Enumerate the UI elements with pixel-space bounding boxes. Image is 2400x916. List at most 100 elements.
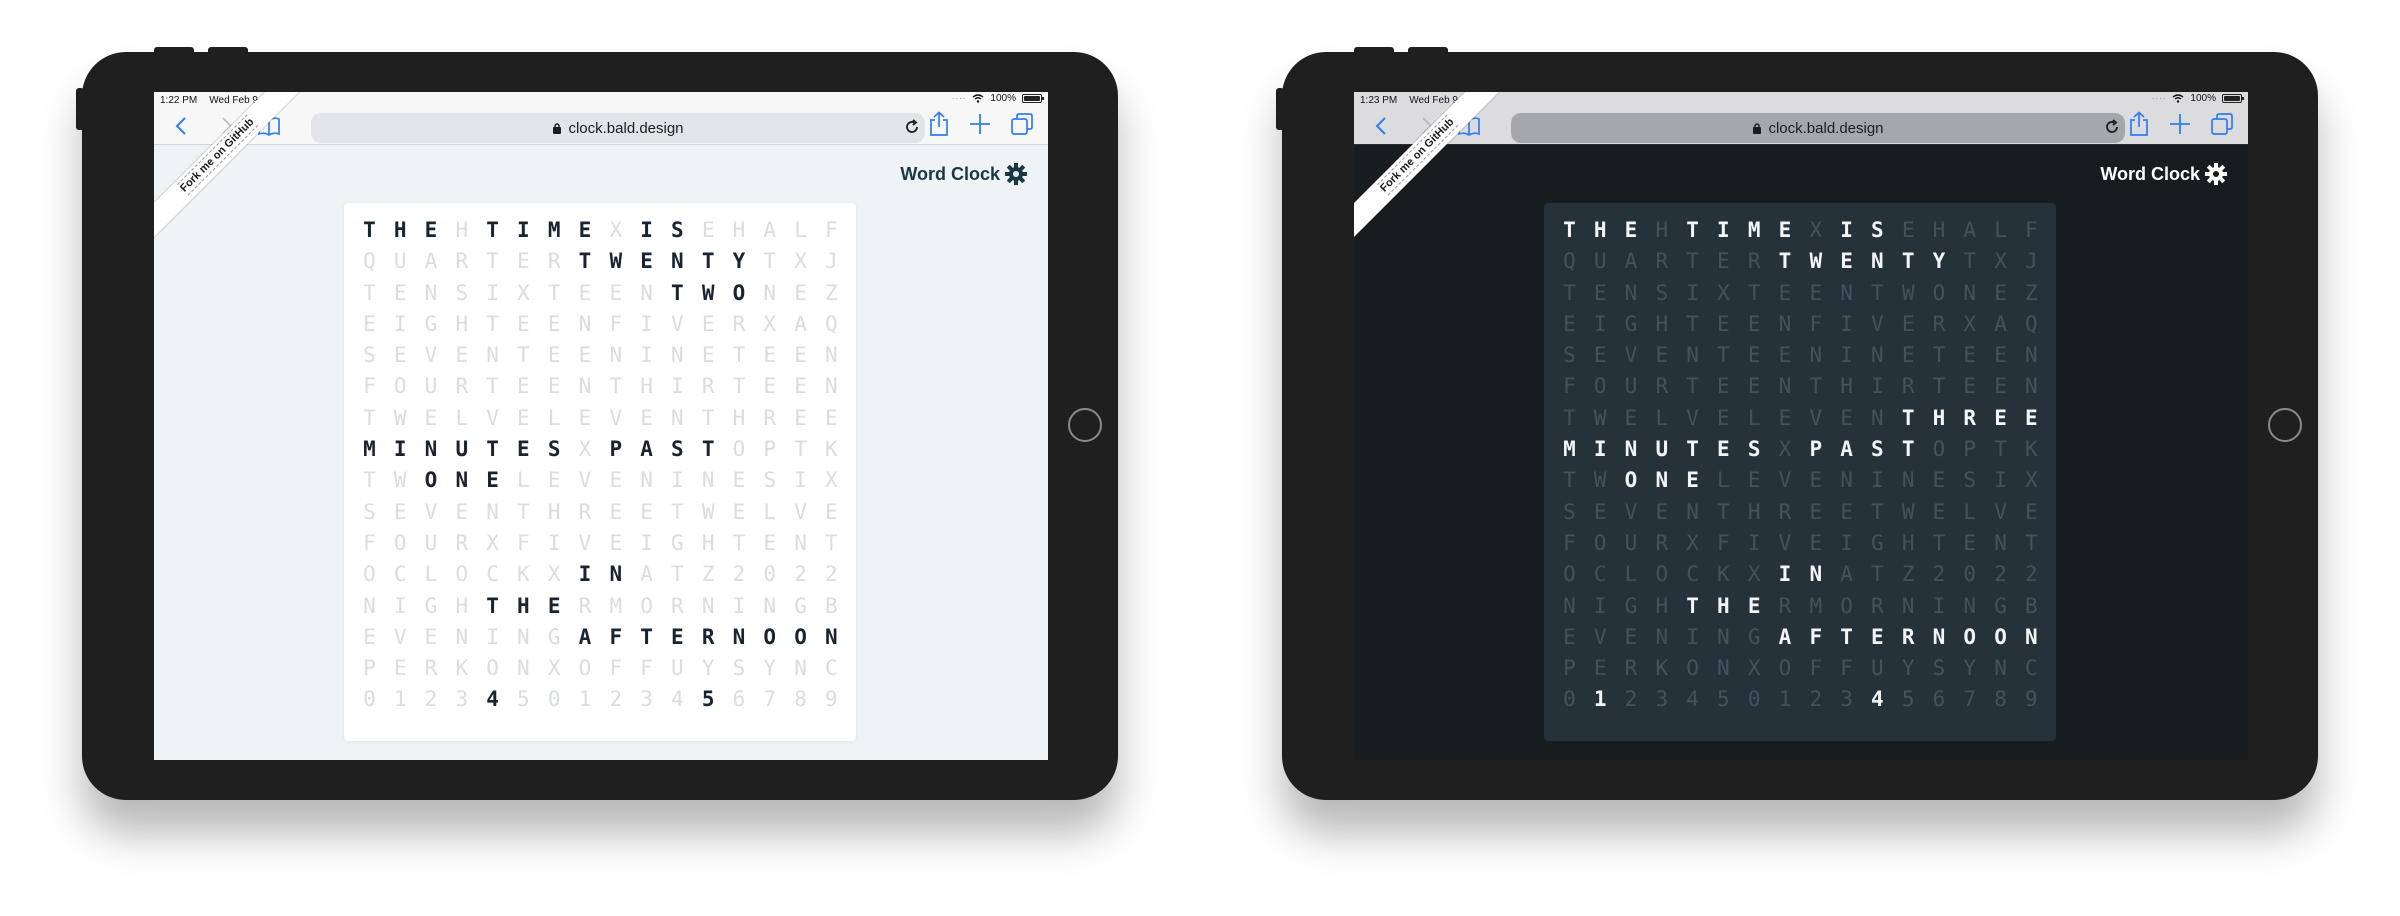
grid-letter: X — [1994, 249, 2007, 274]
grid-letter: R — [1963, 405, 1977, 430]
reload-icon[interactable] — [2103, 118, 2121, 140]
address-bar[interactable]: clock.bald.design — [1511, 113, 2125, 143]
grid-letter: T — [1901, 405, 1915, 430]
grid-letter: E — [671, 624, 684, 649]
grid-letter: T — [671, 562, 684, 587]
grid-letter: 3 — [455, 687, 469, 712]
grid-letter: 5 — [701, 687, 715, 712]
grid-letter: F — [2025, 218, 2038, 242]
grid-letter: E — [640, 405, 653, 430]
grid-letter: F — [1809, 656, 1823, 681]
grid-letter: 3 — [1840, 687, 1853, 712]
grid-letter: N — [671, 249, 684, 274]
grid-letter: E — [1717, 311, 1730, 336]
grid-letter: T — [1994, 437, 2007, 462]
grid-letter: L — [1624, 562, 1638, 587]
reload-icon[interactable] — [903, 118, 921, 140]
grid-letter: L — [424, 562, 438, 587]
grid-letter: N — [794, 530, 807, 555]
grid-letter: Q — [825, 311, 838, 336]
grid-letter: M — [363, 437, 376, 462]
grid-letter: N — [517, 656, 530, 681]
share-icon[interactable] — [2128, 111, 2150, 142]
grid-letter: H — [1747, 499, 1761, 524]
grid-letter: E — [609, 530, 623, 555]
grid-letter: I — [732, 593, 746, 618]
grid-letter: W — [1809, 249, 1823, 274]
gear-icon[interactable] — [2204, 162, 2228, 191]
grid-letter: I — [1686, 624, 1699, 649]
home-button[interactable] — [1068, 408, 1102, 442]
grid-letter: T — [1686, 593, 1699, 618]
browser-toolbar: clock.bald.design — [154, 108, 1048, 145]
grid-letter: N — [1655, 624, 1669, 649]
grid-letter: T — [486, 374, 499, 399]
grid-letter: I — [671, 374, 684, 399]
grid-letter: E — [640, 499, 653, 524]
grid-letter: 4 — [671, 687, 684, 712]
grid-letter: E — [424, 624, 438, 649]
grid-letter: H — [547, 499, 561, 524]
grid-letter: N — [1809, 562, 1823, 587]
grid-letter: I — [1840, 530, 1853, 555]
grid-letter: N — [763, 280, 777, 305]
share-icon[interactable] — [928, 111, 950, 142]
grid-letter: N — [1901, 593, 1915, 618]
grid-letter: E — [547, 468, 561, 493]
grid-letter: 7 — [763, 687, 777, 712]
grid-letter: T — [486, 311, 499, 336]
grid-letter: E — [1963, 530, 1977, 555]
grid-letter: S — [455, 280, 469, 305]
grid-letter: R — [1778, 499, 1792, 524]
grid-letter: E — [1717, 374, 1730, 399]
plus-icon[interactable] — [968, 111, 992, 142]
grid-letter: U — [1593, 249, 1607, 274]
grid-letter: O — [1655, 562, 1669, 587]
grid-letter: E — [547, 311, 561, 336]
grid-letter: T — [1901, 437, 1915, 462]
ipad-dark: 1:23 PM Wed Feb 9 ···· 100% clock.bald.d… — [1276, 47, 2318, 800]
grid-letter: N — [1994, 656, 2007, 681]
grid-letter: O — [393, 530, 407, 555]
grid-letter: K — [825, 437, 838, 462]
grid-letter: E — [424, 405, 438, 430]
tabs-icon[interactable] — [2210, 111, 2234, 142]
grid-letter: C — [1593, 562, 1607, 587]
grid-letter: A — [640, 562, 653, 587]
grid-letter: A — [1778, 624, 1792, 649]
grid-letter: X — [547, 562, 561, 587]
grid-letter: Y — [701, 656, 715, 681]
screen: 1:22 PM Wed Feb 9 ···· 100% clock.bald.d… — [154, 92, 1048, 760]
grid-letter: O — [1963, 624, 1977, 649]
home-button[interactable] — [2268, 408, 2302, 442]
grid-letter: E — [1717, 405, 1730, 430]
browser-toolbar: clock.bald.design — [1354, 108, 2248, 145]
grid-letter: N — [671, 405, 684, 430]
grid-letter: E — [1778, 280, 1792, 305]
grid-letter: E — [1717, 249, 1730, 274]
grid-letter: N — [2025, 624, 2038, 649]
grid-letter: E — [1747, 343, 1761, 368]
grid-letter: 7 — [1963, 687, 1977, 712]
address-bar[interactable]: clock.bald.design — [311, 113, 925, 143]
grid-letter: S — [763, 468, 777, 493]
plus-icon[interactable] — [2168, 111, 2192, 142]
tabs-icon[interactable] — [1010, 111, 1034, 142]
grid-letter: E — [424, 218, 438, 242]
grid-letter: Q — [1563, 249, 1576, 274]
grid-letter: T — [578, 249, 592, 274]
grid-letter: T — [1686, 311, 1699, 336]
grid-letter: T — [825, 530, 838, 555]
grid-letter: U — [393, 249, 407, 274]
grid-letter: P — [1563, 656, 1576, 681]
back-icon[interactable] — [166, 111, 196, 141]
grid-letter: S — [1871, 218, 1884, 242]
grid-letter: O — [578, 656, 592, 681]
grid-letter: T — [640, 624, 653, 649]
grid-letter: 0 — [547, 687, 561, 712]
grid-letter: T — [1840, 624, 1853, 649]
back-icon[interactable] — [1366, 111, 1396, 141]
wifi-icon — [972, 94, 984, 103]
grid-letter: V — [1778, 468, 1792, 493]
gear-icon[interactable] — [1004, 162, 1028, 191]
